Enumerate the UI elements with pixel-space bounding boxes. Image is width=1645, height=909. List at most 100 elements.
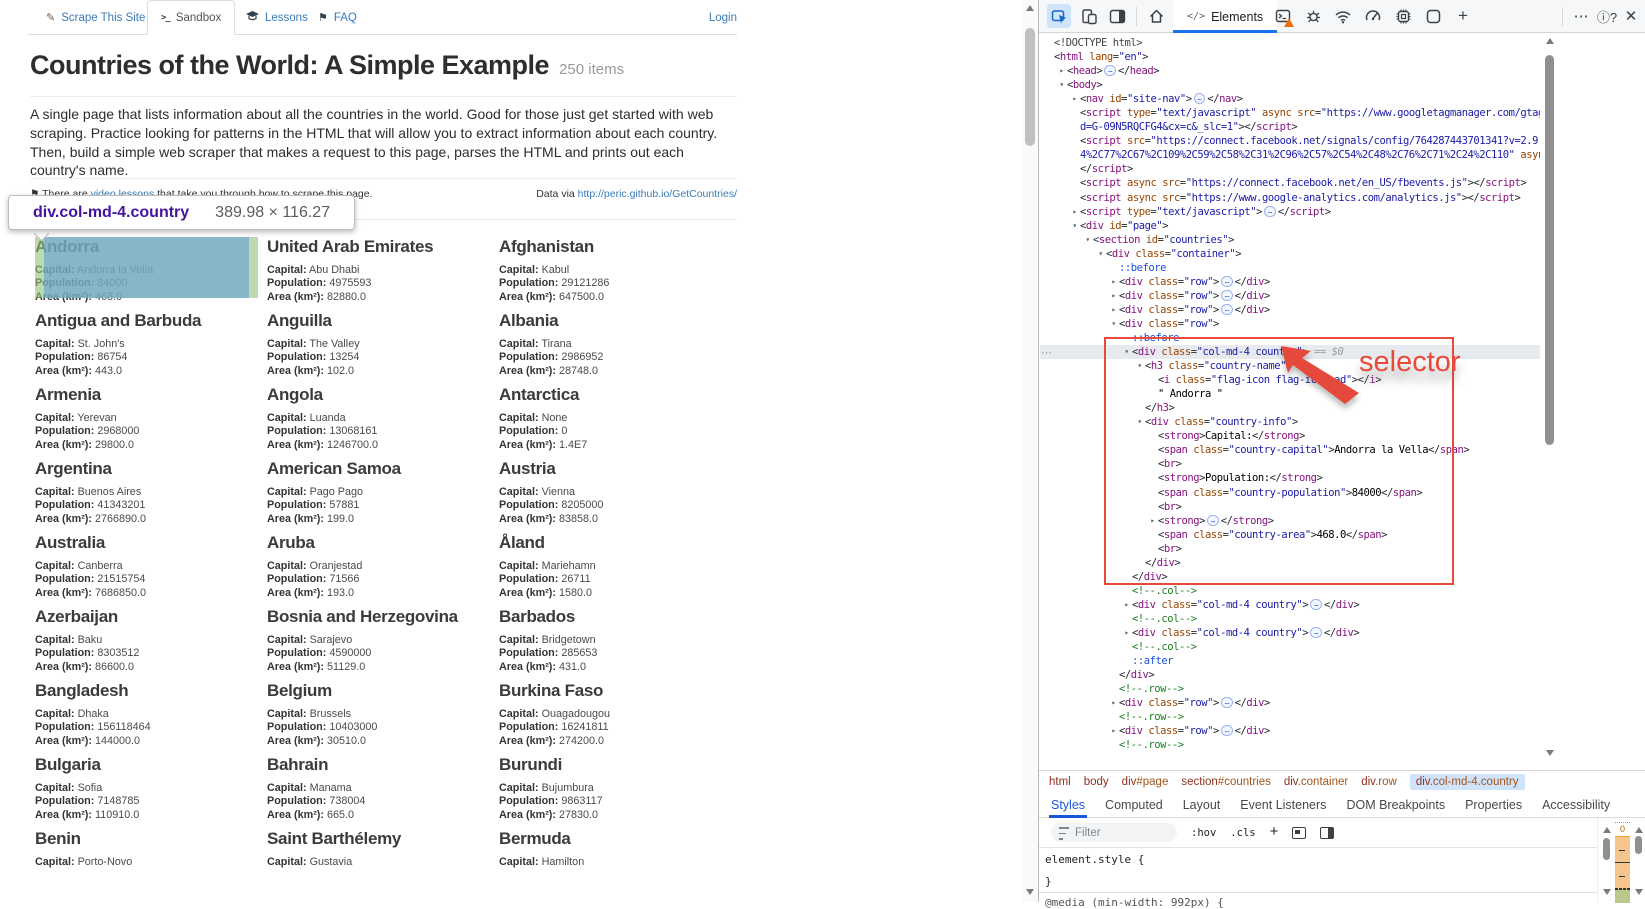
dom-tree-line[interactable]: </div> — [1040, 570, 1540, 584]
inline-expand-icon[interactable]: … — [1221, 276, 1233, 287]
dom-tree-line[interactable]: <!DOCTYPE html> — [1040, 36, 1540, 50]
dom-tree-line[interactable]: <br> — [1040, 542, 1540, 556]
new-style-rule-button[interactable]: + — [1270, 823, 1279, 840]
close-icon[interactable]: ✕ — [1619, 4, 1643, 28]
dom-tree-line[interactable]: " Andorra " — [1040, 387, 1540, 401]
dom-tree-line[interactable]: ▾<h3 class="country-name"> — [1040, 359, 1540, 373]
nav-item-sandbox[interactable]: >_ Sandbox — [147, 0, 235, 35]
tab-layout[interactable]: Layout — [1183, 792, 1221, 818]
dom-tree-line[interactable]: <!--.col--> — [1040, 612, 1540, 626]
network-icon[interactable] — [1331, 4, 1355, 28]
dom-tree-line[interactable]: ▸<div class="col-md-4 country">…</div> — [1040, 598, 1540, 612]
scroll-down-arrow[interactable] — [1546, 750, 1554, 756]
dom-tree-line[interactable]: ▸<head>…</head> — [1040, 64, 1540, 78]
memory-icon[interactable] — [1391, 4, 1415, 28]
expand-arrow-icon[interactable]: ▸ — [1121, 626, 1132, 640]
dom-tree-line[interactable]: <script async src="https://www.google-an… — [1040, 191, 1540, 205]
expand-arrow-icon[interactable]: ▸ — [1108, 696, 1119, 710]
dom-tree-scrollbar[interactable] — [1542, 33, 1557, 763]
tab-properties[interactable]: Properties — [1465, 792, 1522, 818]
dom-tree-line[interactable]: ▸<script type="text/javascript">…</scrip… — [1040, 205, 1540, 219]
dom-tree-line[interactable]: <strong>Population:</strong> — [1040, 471, 1540, 485]
dom-tree-line[interactable]: ▸<div class="row">…</div> — [1040, 696, 1540, 710]
expand-arrow-icon[interactable]: ▸ — [1147, 514, 1158, 528]
inline-expand-icon[interactable]: … — [1310, 627, 1322, 638]
breadcrumb-item[interactable]: section#countries — [1181, 776, 1271, 788]
dom-tree-line[interactable]: ▾<div id="page"> — [1040, 219, 1540, 233]
performance-icon[interactable] — [1361, 4, 1385, 28]
page-scrollbar[interactable] — [1022, 0, 1038, 902]
dom-tree-line[interactable]: ▸<div class="row">…</div> — [1040, 289, 1540, 303]
dom-tree-line[interactable]: <span class="country-population">84000</… — [1040, 486, 1540, 500]
dom-tree-line[interactable]: ▾<div class="country-info"> — [1040, 415, 1540, 429]
scroll-down-arrow[interactable] — [1026, 889, 1034, 895]
breadcrumb-item[interactable]: body — [1084, 776, 1109, 788]
dom-tree-line[interactable]: ▸<div class="row">…</div> — [1040, 724, 1540, 738]
layout-panel-icon[interactable] — [1105, 4, 1129, 28]
breadcrumb-item[interactable]: html — [1049, 776, 1071, 788]
dom-tree-line[interactable]: ::after — [1040, 654, 1540, 668]
dom-tree-line[interactable]: </div> — [1040, 556, 1540, 570]
nav-item-faq[interactable]: ⚑ FAQ — [318, 0, 357, 35]
dom-tree-line[interactable]: <!--.col--> — [1040, 584, 1540, 598]
dom-tree-line[interactable]: <script type="text/javascript" async src… — [1040, 106, 1540, 120]
dom-tree-line[interactable]: ▾<div class="container"> — [1040, 247, 1540, 261]
collapse-arrow-icon[interactable]: ▾ — [1108, 317, 1119, 331]
cls-toggle[interactable]: .cls — [1230, 827, 1255, 839]
dom-tree-line[interactable]: ::before — [1040, 331, 1540, 345]
console-icon[interactable] — [1271, 4, 1295, 28]
dom-tree-line[interactable]: ▾<body> — [1040, 78, 1540, 92]
dom-tree-line[interactable]: ▸<div class="row">…</div> — [1040, 303, 1540, 317]
expand-arrow-icon[interactable]: ▸ — [1069, 205, 1080, 219]
dom-tree-line[interactable]: <span class="country-capital">Andorra la… — [1040, 443, 1540, 457]
expand-arrow-icon[interactable]: ▸ — [1108, 303, 1119, 317]
inspect-icon[interactable] — [1047, 4, 1071, 28]
nav-item-lessons[interactable]: Lessons — [246, 0, 308, 35]
dom-tree-line[interactable]: <script async src="https://connect.faceb… — [1040, 176, 1540, 190]
breadcrumb-item[interactable]: div.col-md-4.country — [1410, 774, 1525, 790]
dom-tree-line[interactable]: ▾<div class="col-md-4 country"> == $0 — [1040, 345, 1540, 359]
rendering-emulation-icon[interactable] — [1292, 827, 1306, 839]
computed-sidebar-toggle-icon[interactable] — [1320, 827, 1334, 839]
application-icon[interactable] — [1421, 4, 1445, 28]
more-options-icon[interactable]: ⋯ — [1569, 4, 1593, 28]
page-scrollbar-thumb[interactable] — [1025, 28, 1035, 146]
expand-arrow-icon[interactable]: ▸ — [1121, 598, 1132, 612]
collapse-arrow-icon[interactable]: ▾ — [1121, 345, 1132, 359]
window-scrollbar[interactable] — [1632, 822, 1645, 900]
tab-elements[interactable]: </> Elements — [1173, 0, 1277, 33]
expand-arrow-icon[interactable]: ▸ — [1108, 724, 1119, 738]
filter-input[interactable]: Filter — [1051, 823, 1177, 842]
expand-arrow-icon[interactable]: ▸ — [1108, 275, 1119, 289]
login-link[interactable]: Login — [709, 0, 737, 35]
dom-tree-line[interactable]: <html lang="en"> — [1040, 50, 1540, 64]
inline-expand-icon[interactable]: … — [1207, 515, 1219, 526]
dom-tree-line[interactable]: ▾<div class="row"> — [1040, 317, 1540, 331]
tab-accessibility[interactable]: Accessibility — [1542, 792, 1610, 818]
inline-expand-icon[interactable]: … — [1221, 304, 1233, 315]
dom-tree-line[interactable]: <i class="flag-icon flag-icon-ad"></i> — [1040, 373, 1540, 387]
inline-expand-icon[interactable]: … — [1104, 65, 1116, 76]
expand-arrow-icon[interactable]: ▸ — [1056, 64, 1067, 78]
issues-icon[interactable] — [1301, 4, 1325, 28]
expand-arrow-icon[interactable]: ▸ — [1069, 92, 1080, 106]
expand-arrow-icon[interactable]: ▸ — [1108, 289, 1119, 303]
data-source-link[interactable]: http://peric.github.io/GetCountries/ — [578, 188, 737, 200]
breadcrumb-item[interactable]: div.row — [1361, 776, 1397, 788]
inline-expand-icon[interactable]: … — [1264, 206, 1276, 217]
inline-expand-icon[interactable]: … — [1194, 93, 1206, 104]
add-tab-icon[interactable]: + — [1451, 4, 1475, 28]
collapse-arrow-icon[interactable]: ▾ — [1082, 233, 1093, 247]
tab-computed[interactable]: Computed — [1105, 792, 1163, 818]
dom-tree-line[interactable]: ▸<div class="row">…</div> — [1040, 275, 1540, 289]
scroll-up-arrow[interactable] — [1026, 5, 1034, 11]
breadcrumb-item[interactable]: div#page — [1122, 776, 1169, 788]
dom-tree-line[interactable]: </script> — [1040, 162, 1540, 176]
hov-toggle[interactable]: :hov — [1191, 827, 1216, 839]
inline-expand-icon[interactable]: … — [1221, 697, 1233, 708]
dom-tree-line[interactable]: </div> — [1040, 668, 1540, 682]
dom-tree-line[interactable]: <!--.row--> — [1040, 682, 1540, 696]
dom-tree-line[interactable]: ▸<div class="col-md-4 country">…</div> — [1040, 626, 1540, 640]
collapse-arrow-icon[interactable]: ▾ — [1134, 415, 1145, 429]
dom-tree-line[interactable]: ▾<section id="countries"> — [1040, 233, 1540, 247]
